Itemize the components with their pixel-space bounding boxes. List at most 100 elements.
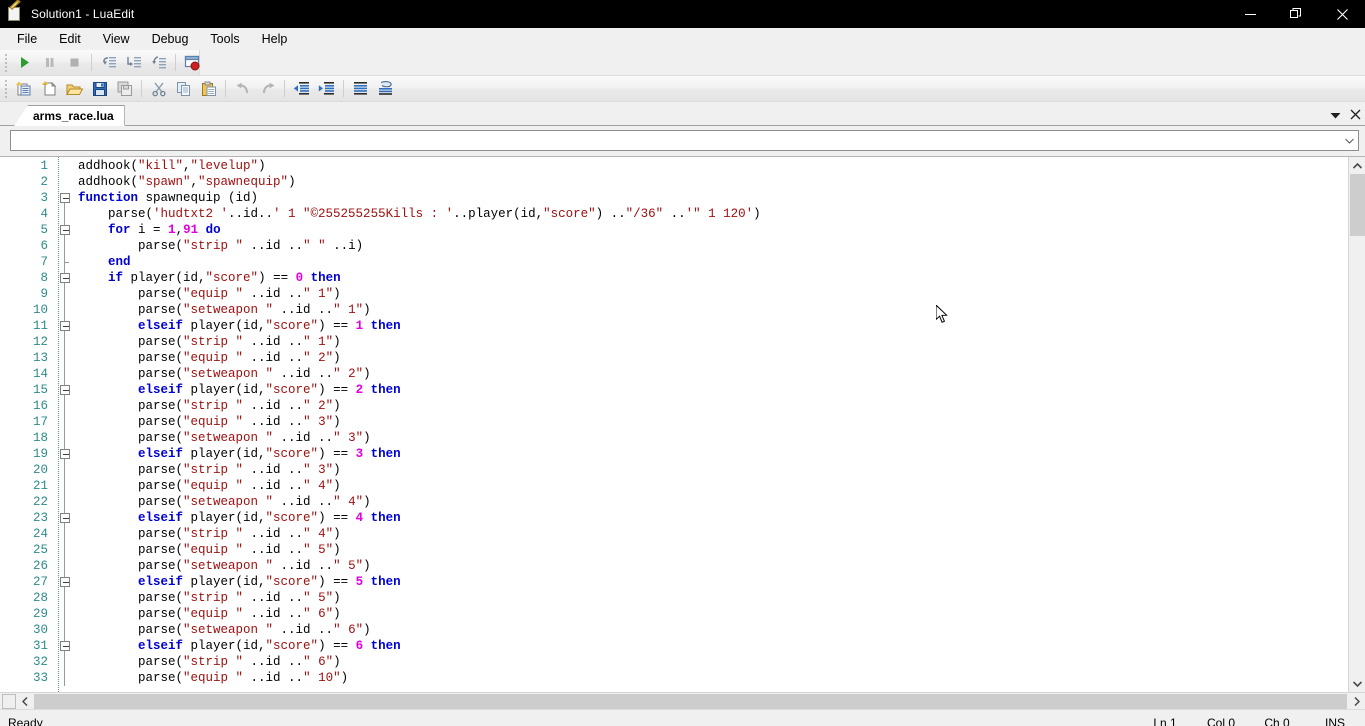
copy-button[interactable] [171,77,196,100]
menu-item-view[interactable]: View [92,29,141,50]
fold-row[interactable] [59,558,70,574]
increase-indent-button[interactable] [314,77,339,100]
fold-row[interactable] [59,542,70,558]
new-file-button[interactable] [37,77,62,100]
code-text-area[interactable]: addhook("kill","levelup") addhook("spawn"… [70,157,1348,692]
fold-row[interactable] [59,318,70,334]
code-line: elseif player(id,"score") == 3 then [78,446,1348,462]
paste-clipboard-button[interactable] [196,77,221,100]
tab-list-chevron-down-icon[interactable] [1330,111,1341,121]
fold-row[interactable] [59,462,70,478]
line-number: 4 [40,207,48,221]
fold-toggle-box[interactable] [60,385,70,395]
redo-button[interactable] [255,77,280,100]
step-out-button[interactable] [146,51,171,74]
fold-toggle-box[interactable] [60,321,70,331]
fold-row[interactable] [59,606,70,622]
horizontal-scroll-track[interactable] [34,693,1347,709]
fold-row[interactable] [59,270,70,286]
toolbar-grip[interactable] [2,79,10,98]
fold-row[interactable] [59,670,70,686]
fold-row[interactable] [59,286,70,302]
fold-row[interactable] [59,446,70,462]
save-all-button[interactable] [112,77,137,100]
menu-item-help[interactable]: Help [251,29,299,50]
new-project-button[interactable] [12,77,37,100]
fold-row[interactable] [59,526,70,542]
close-button[interactable] [1319,0,1365,28]
fold-row[interactable] [59,206,70,222]
uncomment-lines-button[interactable] [373,77,398,100]
menu-item-debug[interactable]: Debug [141,29,200,50]
menu-item-tools[interactable]: Tools [199,29,250,50]
step-into-button[interactable] [96,51,121,74]
fold-toggle-box[interactable] [60,193,70,203]
fold-toggle-box[interactable] [60,513,70,523]
breakpoint-window-button[interactable] [180,51,205,74]
fold-toggle-box[interactable] [60,225,70,235]
fold-row[interactable] [59,302,70,318]
restore-button[interactable] [1273,0,1319,28]
scroll-down-arrow-icon[interactable] [1349,675,1365,692]
vertical-scroll-thumb[interactable] [1350,174,1365,236]
run-button[interactable] [12,51,37,74]
fold-row[interactable] [59,190,70,206]
fold-toggle-box[interactable] [60,449,70,459]
symbol-combo-box[interactable] [10,130,1359,151]
menu-item-edit[interactable]: Edit [48,29,92,50]
fold-row[interactable] [59,238,70,254]
fold-row[interactable] [59,478,70,494]
fold-row[interactable] [59,382,70,398]
fold-row[interactable] [59,222,70,238]
fold-row[interactable] [59,590,70,606]
fold-row[interactable] [59,398,70,414]
fold-row[interactable] [59,334,70,350]
minimize-button[interactable] [1227,0,1273,28]
fold-toggle-box[interactable] [60,273,70,283]
code-token-str: " 1" [303,287,334,301]
save-button[interactable] [87,77,112,100]
tab-close-icon[interactable] [1350,109,1361,122]
editor-horizontal-scrollbar[interactable] [0,692,1365,709]
editor-viewport[interactable]: 1 2 3 4 5 6 7 8 9 10 11 12 13 14 15 16 17 18 19 20 21 22 23 24 2… [0,157,1348,692]
scroll-left-arrow-icon[interactable] [16,693,33,710]
chevron-down-icon[interactable] [1345,137,1354,145]
fold-row[interactable] [59,510,70,526]
fold-row[interactable] [59,622,70,638]
fold-row[interactable] [59,174,70,190]
open-folder-button[interactable] [62,77,87,100]
fold-row[interactable] [59,574,70,590]
fold-row[interactable] [59,350,70,366]
code-token-str: "score" [265,319,319,333]
tab-arms-race-lua[interactable]: arms_race.lua [14,105,125,126]
scroll-right-arrow-icon[interactable] [1348,693,1365,710]
step-over-button[interactable] [121,51,146,74]
vertical-scroll-track[interactable] [1349,236,1365,675]
fold-row[interactable] [59,366,70,382]
fold-row[interactable] [59,254,70,270]
code-editor[interactable]: 1 2 3 4 5 6 7 8 9 10 11 12 13 14 15 16 17 18 19 20 21 22 23 24 2… [0,156,1365,692]
editor-vertical-scrollbar[interactable] [1348,157,1365,692]
fold-row[interactable] [59,158,70,174]
code-folding-margin[interactable] [58,157,70,692]
fold-row[interactable] [59,494,70,510]
fold-row[interactable] [59,430,70,446]
fold-row[interactable] [59,654,70,670]
scroll-up-arrow-icon[interactable] [1349,157,1365,174]
comment-lines-button[interactable] [348,77,373,100]
toolbar-grip[interactable] [2,53,10,72]
stop-button[interactable] [62,51,87,74]
fold-row[interactable] [59,638,70,654]
pause-button[interactable] [37,51,62,74]
cut-scissors-button[interactable] [146,77,171,100]
fold-toggle-box[interactable] [60,641,70,651]
undo-button[interactable] [230,77,255,100]
fold-toggle-box[interactable] [60,577,70,587]
fold-row[interactable] [59,414,70,430]
code-token-str: "equip " [183,351,244,365]
code-token-pl: ..id .. [243,239,304,253]
menu-item-file[interactable]: File [6,29,48,50]
code-token-pl: parse( [78,367,184,381]
horizontal-scroll-thumb[interactable] [2,693,16,709]
decrease-indent-button[interactable] [289,77,314,100]
